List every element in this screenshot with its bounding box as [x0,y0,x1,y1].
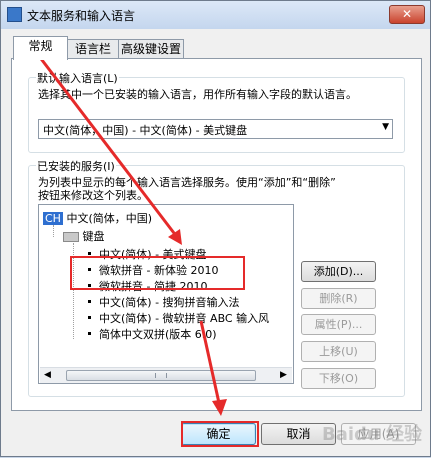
tab-general[interactable]: 常规 [13,36,68,60]
arrowhead-ok [212,399,227,416]
watermark: Baidu 经验 [321,424,422,445]
dialog-window: 文本服务和输入语言 ✕ 高级键设置 语言栏 常规 默认输入语言(L) 选择其中一… [0,0,431,457]
arrowhead-list [168,229,182,245]
arrow-to-list [27,42,179,238]
arrow-to-ok [199,320,221,404]
annotation-arrows [27,42,227,416]
